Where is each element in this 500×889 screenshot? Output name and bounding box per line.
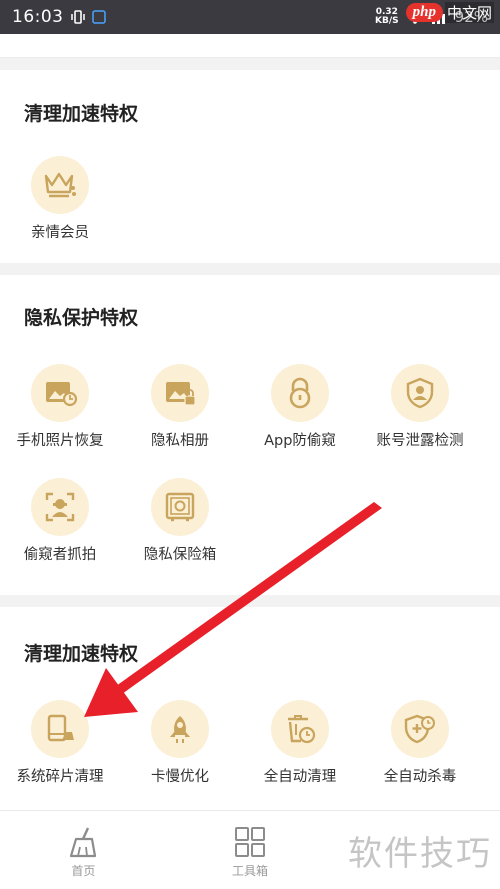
privilege-family-member[interactable]: 亲情会员 (0, 156, 120, 242)
auto-antivirus-icon (404, 714, 435, 744)
privilege-list: 清理加速特权 亲情会员 隐私保护特权 手机照片恢复 隐私相册 App防偷窥 账号… (0, 34, 500, 817)
safe-icon (165, 492, 195, 522)
privilege-photo-restore[interactable]: 手机照片恢复 (0, 364, 120, 450)
status-time: 16:03 (12, 7, 64, 27)
fragment-clean-icon (47, 714, 74, 742)
grid-icon (235, 827, 265, 857)
spy-capture-icon (45, 492, 75, 522)
privilege-auto-antivirus[interactable]: 全自动杀毒 (360, 700, 480, 786)
privilege-auto-clean[interactable]: 全自动清理 (240, 700, 360, 786)
privilege-system-fragment-clean[interactable]: 系统碎片清理 (0, 700, 120, 786)
lock-icon (289, 377, 311, 409)
privilege-lag-optimize[interactable]: 卡慢优化 (120, 700, 240, 786)
photo-restore-icon (46, 382, 77, 407)
broom-icon (70, 827, 97, 858)
next-section-edge (0, 784, 500, 810)
section-privacy-protection: 隐私保护特权 手机照片恢复 隐私相册 App防偷窥 账号泄露检测 偷窥者抓拍 隐… (0, 275, 500, 595)
section-title: 清理加速特权 (24, 103, 139, 125)
tab-home[interactable]: 首页 (0, 811, 167, 889)
section-clean-boost-1: 清理加速特权 亲情会员 (0, 70, 500, 263)
shield-user-icon (406, 377, 434, 409)
watermark-brand: php (405, 3, 443, 22)
private-album-icon (166, 382, 196, 406)
bottom-watermark: 软件技巧 (348, 834, 492, 874)
privilege-private-safe[interactable]: 隐私保险箱 (120, 478, 240, 564)
watermark-site: 中文网 (444, 2, 494, 23)
section-title: 清理加速特权 (24, 643, 139, 665)
section-title: 隐私保护特权 (24, 307, 139, 329)
privilege-account-leak-detect[interactable]: 账号泄露检测 (360, 364, 480, 450)
rocket-icon (170, 716, 190, 743)
privilege-private-album[interactable]: 隐私相册 (120, 364, 240, 450)
tab-toolbox[interactable]: 工具箱 (167, 811, 334, 889)
privilege-peeper-capture[interactable]: 偷窥者抓拍 (0, 478, 120, 564)
auto-clean-icon (288, 715, 316, 744)
previous-section-edge (0, 34, 500, 58)
site-watermark: php 中文网 (405, 2, 494, 23)
crown-icon (44, 172, 76, 198)
notification-icon (91, 10, 106, 24)
vibrate-icon (70, 10, 85, 24)
network-speed: 0.32 KB/S (375, 7, 399, 26)
privilege-app-anti-peep[interactable]: App防偷窥 (240, 364, 360, 450)
